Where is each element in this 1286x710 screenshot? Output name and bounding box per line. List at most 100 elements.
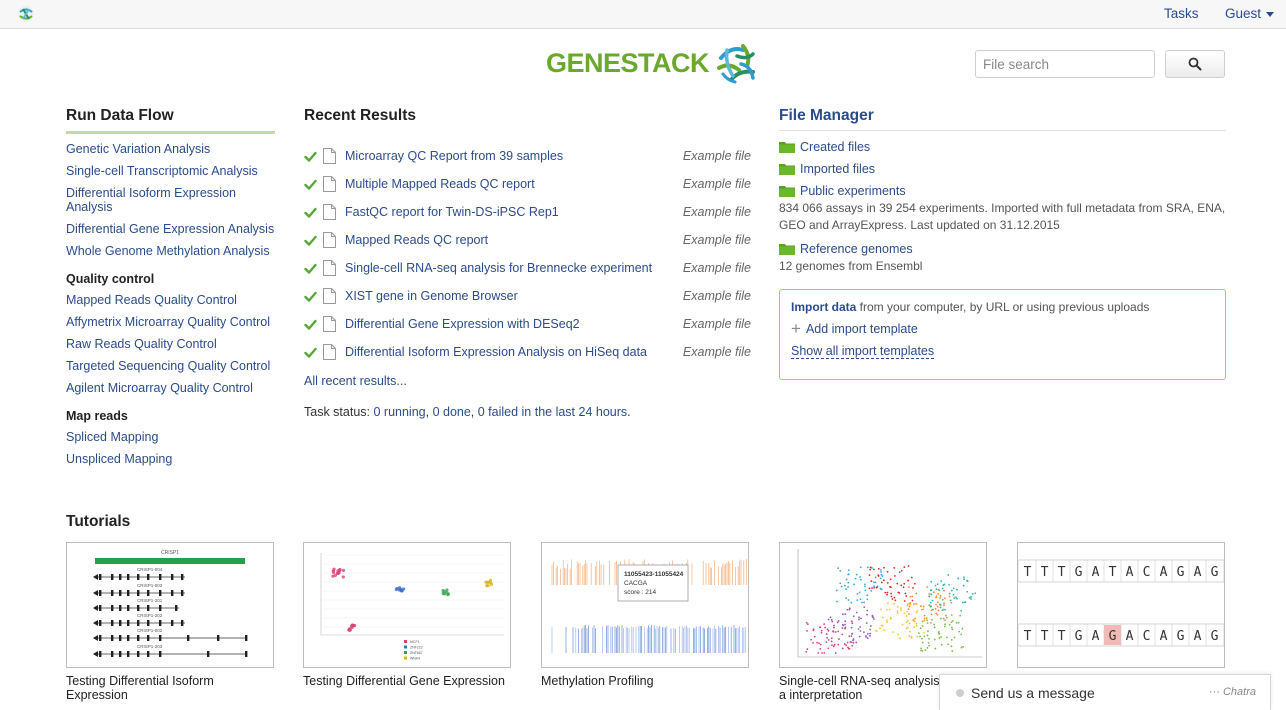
example-file-tag: Example file bbox=[682, 345, 751, 359]
task-status-end: . bbox=[627, 405, 631, 419]
all-recent-results-link[interactable]: All recent results... bbox=[304, 374, 752, 388]
quality-control-link[interactable]: Targeted Sequencing Quality Control bbox=[66, 359, 275, 373]
tutorial-card[interactable]: CRISP1 CRISP1-004 CRISP1-003 CRISP1-201 CRI… bbox=[66, 542, 274, 702]
isoform-exon bbox=[99, 635, 102, 641]
import-data-link[interactable]: Import data bbox=[791, 300, 856, 314]
cell-point bbox=[893, 596, 896, 599]
tasks-failed-link[interactable]: 0 failed in the last 24 hours bbox=[478, 405, 627, 419]
task-status: Task status: 0 running, 0 done, 0 failed… bbox=[304, 405, 752, 419]
cell-point bbox=[859, 630, 862, 632]
cell-point bbox=[944, 623, 947, 626]
file-search-input[interactable] bbox=[975, 50, 1155, 78]
cell-point bbox=[871, 614, 874, 617]
recent-result-row[interactable]: Single-cell RNA-seq analysis for Brennec… bbox=[304, 254, 752, 282]
cell-point bbox=[905, 621, 908, 624]
tutorial-thumbnail: 11055423-11055424 CACGA score : 214 bbox=[541, 542, 749, 668]
data-flow-link[interactable]: Single-cell Transcriptomic Analysis bbox=[66, 164, 275, 178]
quality-control-link[interactable]: Affymetrix Microarray Quality Control bbox=[66, 315, 275, 329]
isoform-exon bbox=[159, 620, 162, 626]
recent-result-name[interactable]: Differential Gene Expression with DESeq2 bbox=[345, 317, 580, 331]
quality-control-link[interactable]: Agilent Microarray Quality Control bbox=[66, 381, 275, 395]
search-button[interactable] bbox=[1165, 50, 1225, 78]
data-flow-link[interactable]: Differential Isoform Expression Analysis bbox=[66, 186, 275, 214]
add-import-template-button[interactable]: + Add import template bbox=[791, 319, 1214, 338]
cell-point bbox=[924, 649, 927, 652]
tasks-running-link[interactable]: 0 running bbox=[373, 405, 425, 419]
folder-icon bbox=[779, 142, 795, 153]
cell-point bbox=[888, 608, 891, 611]
cell-point bbox=[898, 592, 901, 594]
tutorial-card[interactable]: TTTGATACAGAGTTTGAGACAGAG bbox=[1017, 542, 1225, 674]
map-reads-link[interactable]: Unspliced Mapping bbox=[66, 452, 275, 466]
recent-result-row[interactable]: Multiple Mapped Reads QC report Example f… bbox=[304, 170, 752, 198]
recent-result-row[interactable]: FastQC report for Twin-DS-iPSC Rep1 Examp… bbox=[304, 198, 752, 226]
cell-point bbox=[930, 580, 933, 583]
methyl-seq-text: CACGA bbox=[624, 580, 648, 587]
isoform-exon bbox=[119, 574, 122, 580]
cell-point bbox=[805, 650, 808, 653]
recent-result-name[interactable]: XIST gene in Genome Browser bbox=[345, 289, 518, 303]
cell-point bbox=[916, 635, 919, 638]
sequence-base: G bbox=[1177, 629, 1185, 644]
methyl-score-text: score : 214 bbox=[624, 589, 657, 596]
recent-result-name[interactable]: Mapped Reads QC report bbox=[345, 233, 488, 247]
recent-result-name[interactable]: Differential Isoform Expression Analysis… bbox=[345, 345, 647, 359]
cell-point bbox=[903, 582, 906, 585]
recent-result-name[interactable]: Microarray QC Report from 39 samples bbox=[345, 149, 563, 163]
file-manager-title[interactable]: File Manager bbox=[779, 107, 1226, 131]
isoform-exon bbox=[147, 574, 150, 580]
sample-point bbox=[402, 587, 406, 591]
cell-point bbox=[934, 584, 937, 587]
recent-result-name[interactable]: Multiple Mapped Reads QC report bbox=[345, 177, 535, 191]
show-all-import-templates-link[interactable]: Show all import templates bbox=[791, 344, 935, 359]
thumb-gene-label: CRISP1 bbox=[161, 550, 179, 556]
data-flow-link[interactable]: Genetic Variation Analysis bbox=[66, 142, 275, 156]
cell-point bbox=[824, 626, 827, 629]
recent-result-row[interactable]: Microarray QC Report from 39 samples Exam… bbox=[304, 142, 752, 170]
reference-genomes-link[interactable]: Reference genomes bbox=[779, 242, 1226, 256]
tutorial-card[interactable]: 11055423-11055424 CACGA score : 214 Meth… bbox=[541, 542, 749, 688]
cell-point bbox=[858, 635, 861, 638]
created-files-link[interactable]: Created files bbox=[779, 140, 1226, 154]
cell-point bbox=[919, 605, 922, 608]
created-files-label: Created files bbox=[800, 140, 871, 154]
cell-point bbox=[926, 586, 929, 588]
cell-point bbox=[942, 608, 945, 611]
tasks-done-link[interactable]: 0 done bbox=[433, 405, 471, 419]
genestack-mini-logo-icon[interactable] bbox=[16, 4, 36, 24]
tasks-link[interactable]: Tasks bbox=[1164, 6, 1199, 21]
quality-control-heading: Quality control bbox=[66, 272, 155, 286]
cell-point bbox=[837, 630, 840, 633]
tutorial-card[interactable]: MCF1 ZNF222 ZNF667 WNK4 Testing Differentia… bbox=[303, 542, 511, 688]
chat-status-dot-icon bbox=[956, 689, 964, 697]
cell-point bbox=[933, 638, 936, 641]
quality-control-link[interactable]: Mapped Reads Quality Control bbox=[66, 293, 275, 307]
cell-point bbox=[832, 645, 835, 648]
chat-widget[interactable]: Send us a message ··· Chatra bbox=[939, 674, 1271, 710]
cell-point bbox=[886, 608, 888, 611]
run-data-flow-panel: Run Data Flow Genetic Variation Analysis… bbox=[66, 107, 275, 466]
recent-result-row[interactable]: Differential Gene Expression with DESeq2… bbox=[304, 310, 752, 338]
imported-files-link[interactable]: Imported files bbox=[779, 162, 1226, 176]
cell-point bbox=[949, 599, 952, 602]
recent-result-name[interactable]: FastQC report for Twin-DS-iPSC Rep1 bbox=[345, 205, 559, 219]
public-experiments-link[interactable]: Public experiments bbox=[779, 184, 1226, 198]
data-flow-link[interactable]: Whole Genome Methylation Analysis bbox=[66, 244, 275, 258]
chat-brand-name: Chatra bbox=[1222, 686, 1256, 698]
recent-result-row[interactable]: Differential Isoform Expression Analysis… bbox=[304, 338, 752, 366]
recent-result-row[interactable]: Mapped Reads QC report Example file bbox=[304, 226, 752, 254]
cell-point bbox=[845, 588, 847, 591]
guest-menu[interactable]: Guest bbox=[1225, 6, 1275, 21]
recent-result-name[interactable]: Single-cell RNA-seq analysis for Brennec… bbox=[345, 261, 652, 275]
logo-text: GENESTACK bbox=[546, 47, 710, 78]
quality-control-link[interactable]: Raw Reads Quality Control bbox=[66, 337, 275, 351]
map-reads-link[interactable]: Spliced Mapping bbox=[66, 430, 275, 444]
recent-result-row[interactable]: XIST gene in Genome Browser Example file bbox=[304, 282, 752, 310]
cell-point bbox=[875, 630, 878, 633]
tutorial-caption: Methylation Profiling bbox=[541, 674, 654, 688]
cell-point bbox=[850, 601, 853, 604]
cell-point bbox=[866, 632, 869, 635]
plus-icon: + bbox=[791, 319, 801, 338]
data-flow-link[interactable]: Differential Gene Expression Analysis bbox=[66, 222, 275, 236]
cell-point bbox=[930, 609, 933, 612]
